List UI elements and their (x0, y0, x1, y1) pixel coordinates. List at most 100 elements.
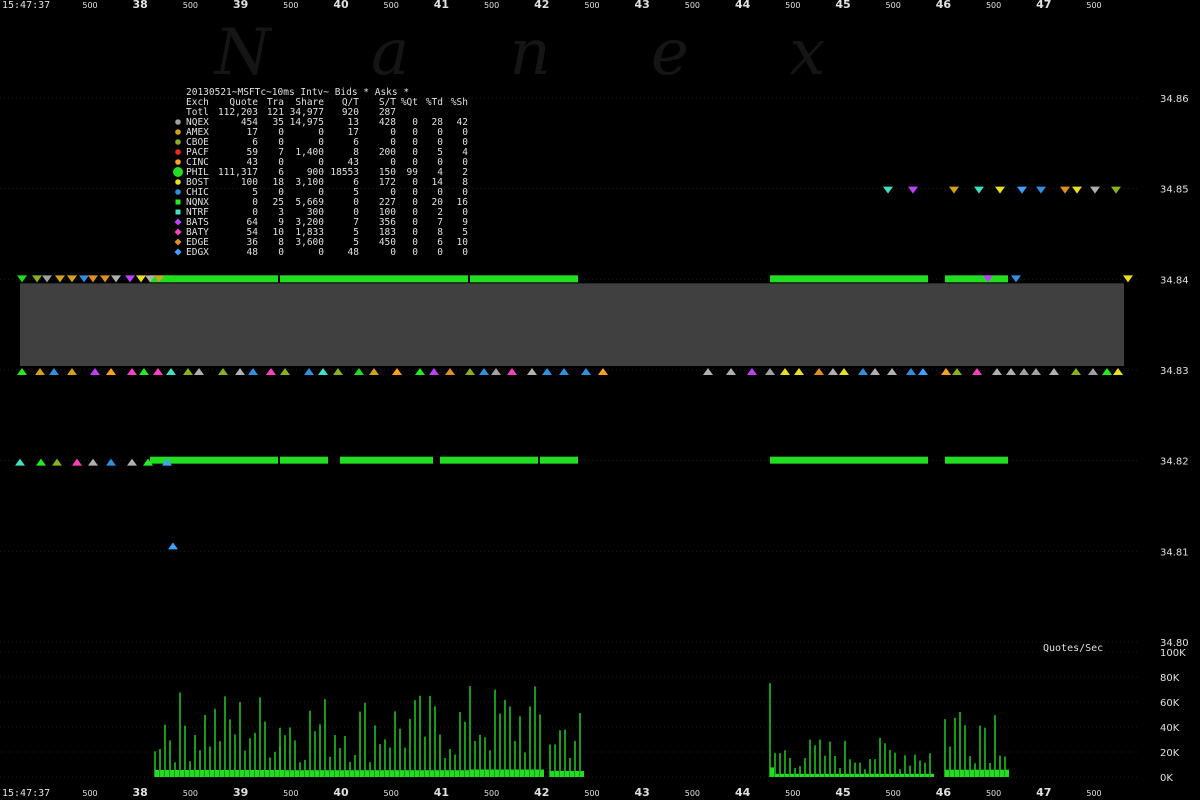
quote-marker (581, 368, 591, 375)
time-ms-tick: 500 (484, 1, 499, 10)
qps-base (275, 770, 279, 777)
qps-base (515, 769, 519, 777)
qps-base (335, 770, 339, 777)
qps-base (410, 770, 414, 777)
qps-base (790, 773, 794, 777)
quote-band-segment (440, 456, 538, 464)
qps-base (580, 771, 584, 777)
qps-base (265, 770, 269, 777)
quote-marker (941, 368, 951, 375)
quote-marker (369, 368, 379, 375)
quote-marker (507, 368, 517, 375)
quote-band-segment (280, 456, 328, 464)
quote-marker (266, 368, 276, 375)
quote-marker (1006, 368, 1016, 375)
time-second-tick: 40 (333, 0, 349, 11)
qps-base (450, 770, 454, 777)
column-header: %Td (426, 97, 443, 108)
qps-base (455, 770, 459, 777)
qps-base (300, 770, 304, 777)
qps-base (530, 769, 534, 777)
quote-band-segment (340, 456, 433, 464)
time-second-tick: 41 (434, 0, 449, 11)
qps-base (320, 770, 324, 777)
time-ms-tick: 500 (283, 789, 298, 798)
quote-marker (67, 368, 77, 375)
time-second-tick: 44 (735, 0, 751, 11)
qps-base (350, 770, 354, 777)
qps-axis-label: Quotes/Sec (1043, 643, 1103, 654)
quote-marker (995, 186, 1005, 194)
qps-base (190, 770, 194, 777)
qps-base (815, 773, 819, 777)
time-second-tick: 40 (333, 786, 349, 799)
quote-marker (839, 368, 849, 375)
stat-cell: 0 (412, 247, 418, 258)
qps-base (505, 769, 509, 777)
qps-base (245, 770, 249, 777)
qps-base (780, 773, 784, 777)
quote-marker (125, 275, 135, 283)
qps-tick: 100K (1160, 648, 1186, 659)
quote-marker (42, 275, 52, 283)
qps-base (295, 770, 299, 777)
qps-base (155, 770, 159, 777)
qps-base (235, 770, 239, 777)
qps-base (805, 773, 809, 777)
exchange-marker (173, 167, 183, 177)
qps-base (365, 770, 369, 777)
exchange-marker (174, 218, 182, 226)
qps-base (830, 773, 834, 777)
axis-labels: 15:47:37 500 38 500 39 500 40 500 41 500 42 500 43 50… (2, 0, 1189, 799)
quote-marker (814, 368, 824, 375)
time-second-tick: 38 (133, 786, 148, 799)
qps-base (920, 773, 924, 777)
qps-base (255, 770, 259, 777)
quote-marker (106, 458, 116, 466)
quote-marker (1102, 368, 1112, 375)
quote-marker (1071, 368, 1081, 375)
quote-marker (747, 368, 757, 375)
quote-marker (36, 458, 46, 466)
qps-base (205, 770, 209, 777)
time-second-tick: 42 (534, 786, 549, 799)
time-second-tick: 41 (434, 786, 449, 799)
qps-base (395, 770, 399, 777)
stat-cell: 0 (390, 247, 396, 258)
quote-marker (1019, 368, 1029, 375)
time-ms-tick: 500 (183, 1, 198, 10)
qps-base (880, 773, 884, 777)
quote-marker (1088, 368, 1098, 375)
qps-base (175, 770, 179, 777)
quote-marker (972, 368, 982, 375)
quote-marker (72, 458, 82, 466)
qps-base (845, 773, 849, 777)
quote-marker (35, 368, 45, 375)
quote-marker (166, 368, 176, 375)
qps-base (800, 773, 804, 777)
quote-marker (491, 368, 501, 375)
qps-base (475, 769, 479, 777)
time-second-tick: 46 (936, 786, 952, 799)
qps-base (215, 770, 219, 777)
nbbo-spread-band (20, 283, 1124, 366)
quote-marker (153, 368, 163, 375)
column-header: %Sh (451, 97, 468, 108)
qps-base (540, 769, 544, 777)
qps-base (915, 773, 919, 777)
time-ms-tick: 500 (82, 789, 97, 798)
time-ms-tick: 500 (886, 1, 901, 10)
quote-marker (1111, 186, 1121, 194)
quote-marker (992, 368, 1002, 375)
time-ms-tick: 500 (685, 1, 700, 10)
qps-base (495, 769, 499, 777)
quote-marker (1036, 186, 1046, 194)
time-start-label: 15:47:37 (2, 0, 50, 11)
qps-base (835, 773, 839, 777)
quote-marker (1060, 186, 1070, 194)
quote-band-segment (945, 456, 1008, 464)
quote-marker (918, 368, 928, 375)
quote-marker (280, 368, 290, 375)
qps-base (550, 771, 554, 777)
time-ms-tick: 500 (685, 789, 700, 798)
